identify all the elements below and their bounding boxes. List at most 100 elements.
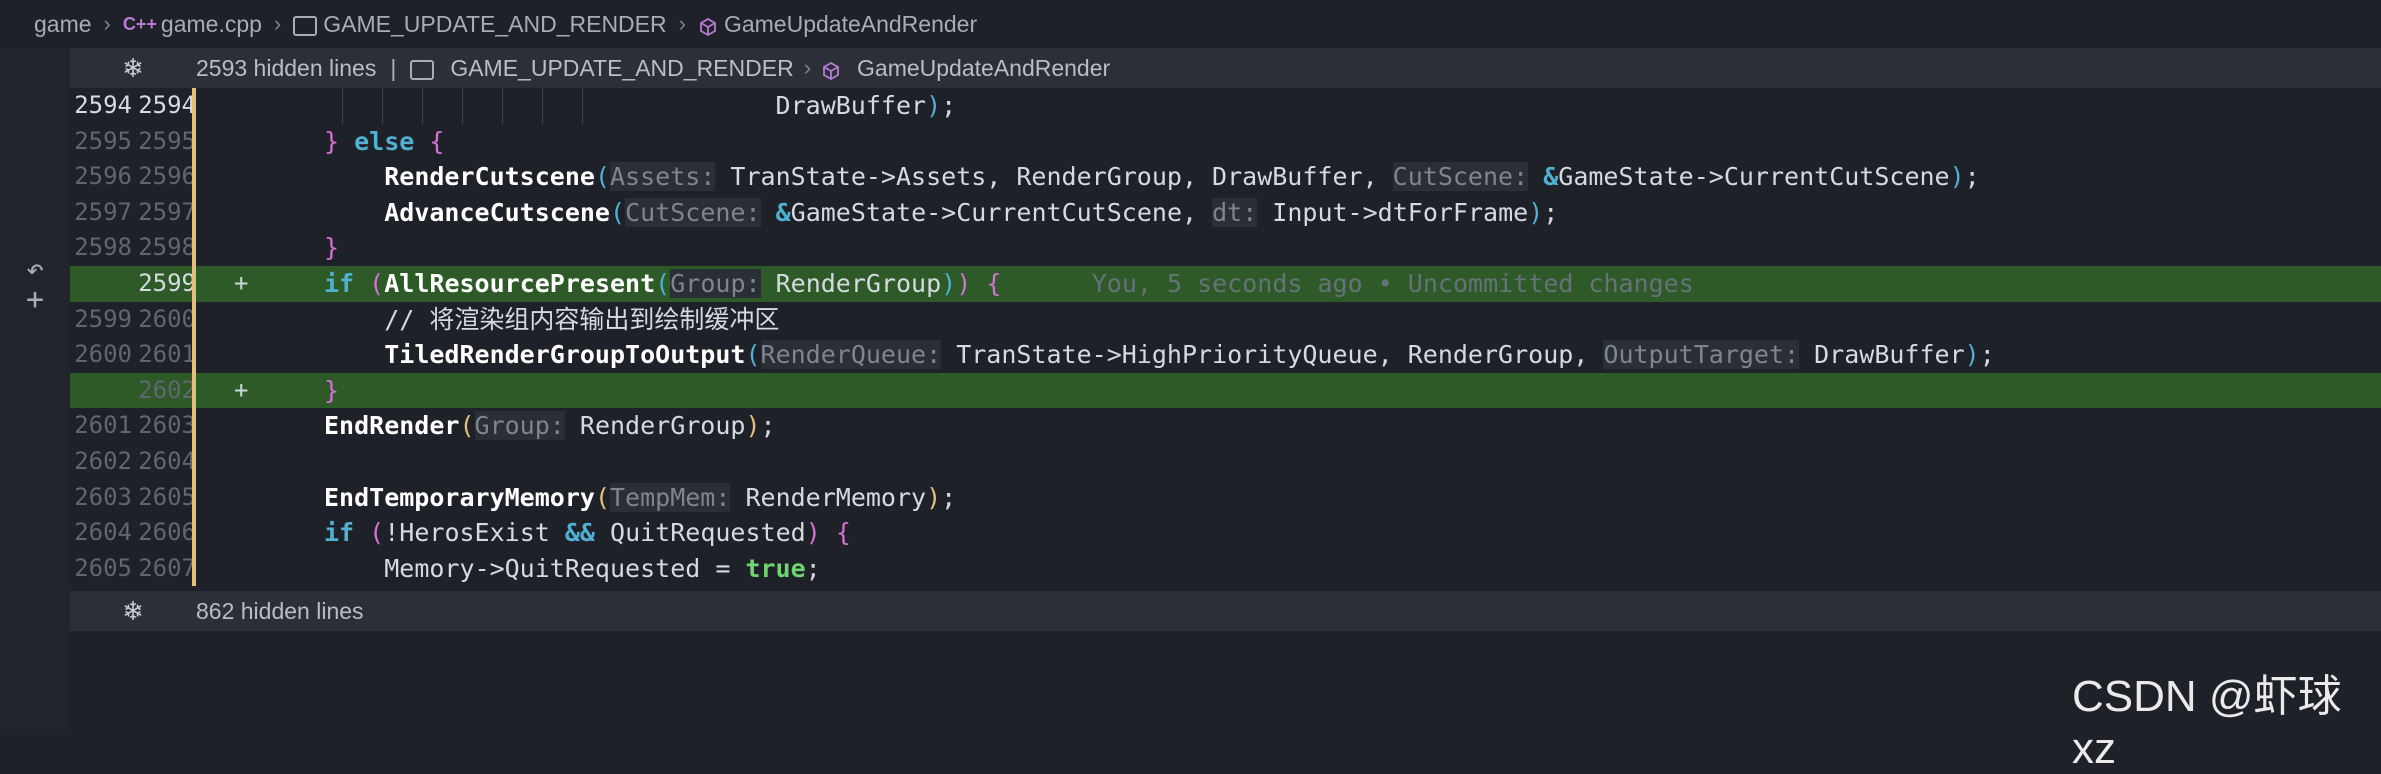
code-token: ) xyxy=(956,268,972,298)
code-line[interactable]: 2602 +} xyxy=(70,372,2381,409)
hidden-lines-fold-top[interactable]: ❄ 2593 hidden lines | GAME_UPDATE_AND_RE… xyxy=(70,48,2381,88)
code-token: ) xyxy=(926,482,942,512)
code-token: // 将渲染组内容输出到绘制缓冲区 xyxy=(384,304,780,334)
code-token: AdvanceCutscene xyxy=(384,197,610,227)
code-line[interactable]: 2599 + if (AllResourcePresent(Group: Rende… xyxy=(70,265,2381,302)
code-token: Assets: xyxy=(610,162,716,192)
code-token: ( xyxy=(369,518,385,548)
code-line[interactable]: 2601 2603 EndRender(Group: RenderGroup); xyxy=(70,408,2381,444)
code-token: true xyxy=(745,553,806,583)
indent-guide xyxy=(342,88,343,124)
unfold-icon[interactable]: ❄ xyxy=(70,53,196,84)
hidden-lines-fold-bottom[interactable]: ❄ 862 hidden lines xyxy=(70,591,2381,631)
code-text: TiledRenderGroupToOutput(RenderQueue: Tr… xyxy=(324,337,1995,373)
code-text: EndRender(Group: RenderGroup); xyxy=(324,408,776,444)
code-token: } xyxy=(324,233,340,263)
code-text: // 将渲染组内容输出到绘制缓冲区 xyxy=(324,302,779,338)
code-text: } xyxy=(324,373,339,409)
code-token: ( xyxy=(610,197,626,227)
code-line[interactable]: 2604 2606 if (!HerosExist && QuitRequested… xyxy=(70,515,2381,551)
indent-guide xyxy=(382,88,383,124)
breadcrumb-file-label: game.cpp xyxy=(160,10,262,37)
code-line[interactable]: 2597 2597 AdvanceCutscene(CutScene: &Game… xyxy=(70,195,2381,231)
breadcrumb-file[interactable]: C++ game.cpp xyxy=(123,11,262,38)
code-token: dt: xyxy=(1212,197,1258,227)
code-text: } xyxy=(324,230,339,266)
code-token: ( xyxy=(655,268,671,298)
breadcrumb: game › C++ game.cpp › GAME_UPDATE_AND_RE… xyxy=(0,0,2381,48)
code-text: RenderCutscene(Assets: TranState->Assets… xyxy=(324,159,1980,195)
revert-change-icon[interactable]: ↶ xyxy=(20,255,50,285)
code-token: !HerosExist xyxy=(384,518,565,548)
fold-breadcrumb: GAME_UPDATE_AND_RENDER › GameUpdateAndRe… xyxy=(410,55,1110,82)
code-token: ) xyxy=(1949,162,1965,192)
code-token: Input->dtForFrame xyxy=(1257,197,1529,227)
code-token: ; xyxy=(941,91,957,120)
code-text: DrawBuffer); xyxy=(324,88,957,124)
original-line-number: 2600 xyxy=(74,340,132,369)
code-token: TiledRenderGroupToOutput xyxy=(384,340,746,370)
code-line[interactable]: 2603 2605 EndTemporaryMemory(TempMem: Rend… xyxy=(70,480,2381,516)
code-line[interactable]: 2596 2596 RenderCutscene(Assets: TranStat… xyxy=(70,159,2381,195)
modified-line-number: 2595 xyxy=(138,126,196,155)
breadcrumb-namespace[interactable]: GAME_UPDATE_AND_RENDER xyxy=(293,11,667,38)
code-token: ; xyxy=(941,482,957,512)
code-token: { xyxy=(429,126,445,156)
original-line-number: 2594 xyxy=(74,91,132,119)
code-line[interactable]: 2605 2607 Memory->QuitRequested = true; xyxy=(70,551,2381,587)
stage-change-icon[interactable]: + xyxy=(20,285,50,315)
chevron-right-icon: › xyxy=(103,11,111,36)
code-token: ) xyxy=(941,268,957,298)
modified-line-number: 2605 xyxy=(138,482,196,511)
code-token: ( xyxy=(369,268,385,298)
hidden-lines-count: 862 hidden lines xyxy=(196,597,364,624)
original-line-number: 2603 xyxy=(74,482,132,511)
code-token: ; xyxy=(1964,162,1980,192)
code-token: ( xyxy=(745,340,761,370)
code-token: & xyxy=(1543,162,1559,192)
code-token: ; xyxy=(1979,340,1995,370)
fold-function-label: GameUpdateAndRender xyxy=(857,54,1111,81)
code-token: TempMem: xyxy=(610,482,731,512)
code-token: CutScene: xyxy=(1392,162,1529,192)
chevron-right-icon: › xyxy=(678,11,686,36)
breadcrumb-folder[interactable]: game xyxy=(34,11,92,38)
unfold-icon[interactable]: ❄ xyxy=(70,596,196,627)
modified-line-number: 2603 xyxy=(138,411,196,440)
code-text: } else { xyxy=(324,124,444,160)
breadcrumb-function[interactable]: GameUpdateAndRender xyxy=(698,11,977,38)
original-line-number: 2595 xyxy=(74,126,132,155)
code-text: if (AllResourcePresent(Group: RenderGrou… xyxy=(324,266,1694,302)
code-line[interactable]: 2595 2595 } else { xyxy=(70,124,2381,160)
code-token: Memory->QuitRequested = xyxy=(384,553,746,583)
original-line-number: 2599 xyxy=(74,304,132,333)
modified-line-number: 2594 xyxy=(138,91,196,119)
code-token: { xyxy=(835,518,851,548)
code-line[interactable]: 2599 2600 // 将渲染组内容输出到绘制缓冲区 xyxy=(70,302,2381,338)
hidden-lines-count: 2593 hidden lines xyxy=(196,54,377,81)
code-token: ( xyxy=(594,482,610,512)
cpp-file-icon: C++ xyxy=(122,13,157,34)
code-token: TranState->HighPriorityQueue, RenderGrou… xyxy=(941,340,1604,370)
original-line-number: 2598 xyxy=(74,233,132,262)
code-line[interactable]: 2602 2604 xyxy=(70,444,2381,480)
fold-namespace-label: GAME_UPDATE_AND_RENDER xyxy=(450,54,794,81)
code-line[interactable]: 2598 2598} xyxy=(70,230,2381,266)
code-token: & xyxy=(775,197,791,227)
code-line[interactable]: 2600 2601 TiledRenderGroupToOutput(Render… xyxy=(70,337,2381,373)
added-marker: + xyxy=(234,268,249,297)
indent-guide xyxy=(502,88,503,124)
code-token: Group: xyxy=(670,268,761,298)
code-token: ) xyxy=(805,518,821,548)
code-token: AllResourcePresent xyxy=(384,268,656,298)
modified-lines-indicator xyxy=(192,88,196,586)
chevron-right-icon: › xyxy=(273,11,282,36)
modified-line-number: 2607 xyxy=(138,553,196,582)
code-line[interactable]: 2594 2594 DrawBuffer); xyxy=(70,88,2381,124)
code-token: RenderGroup xyxy=(760,268,942,298)
code-text: Memory->QuitRequested = true; xyxy=(324,551,821,587)
